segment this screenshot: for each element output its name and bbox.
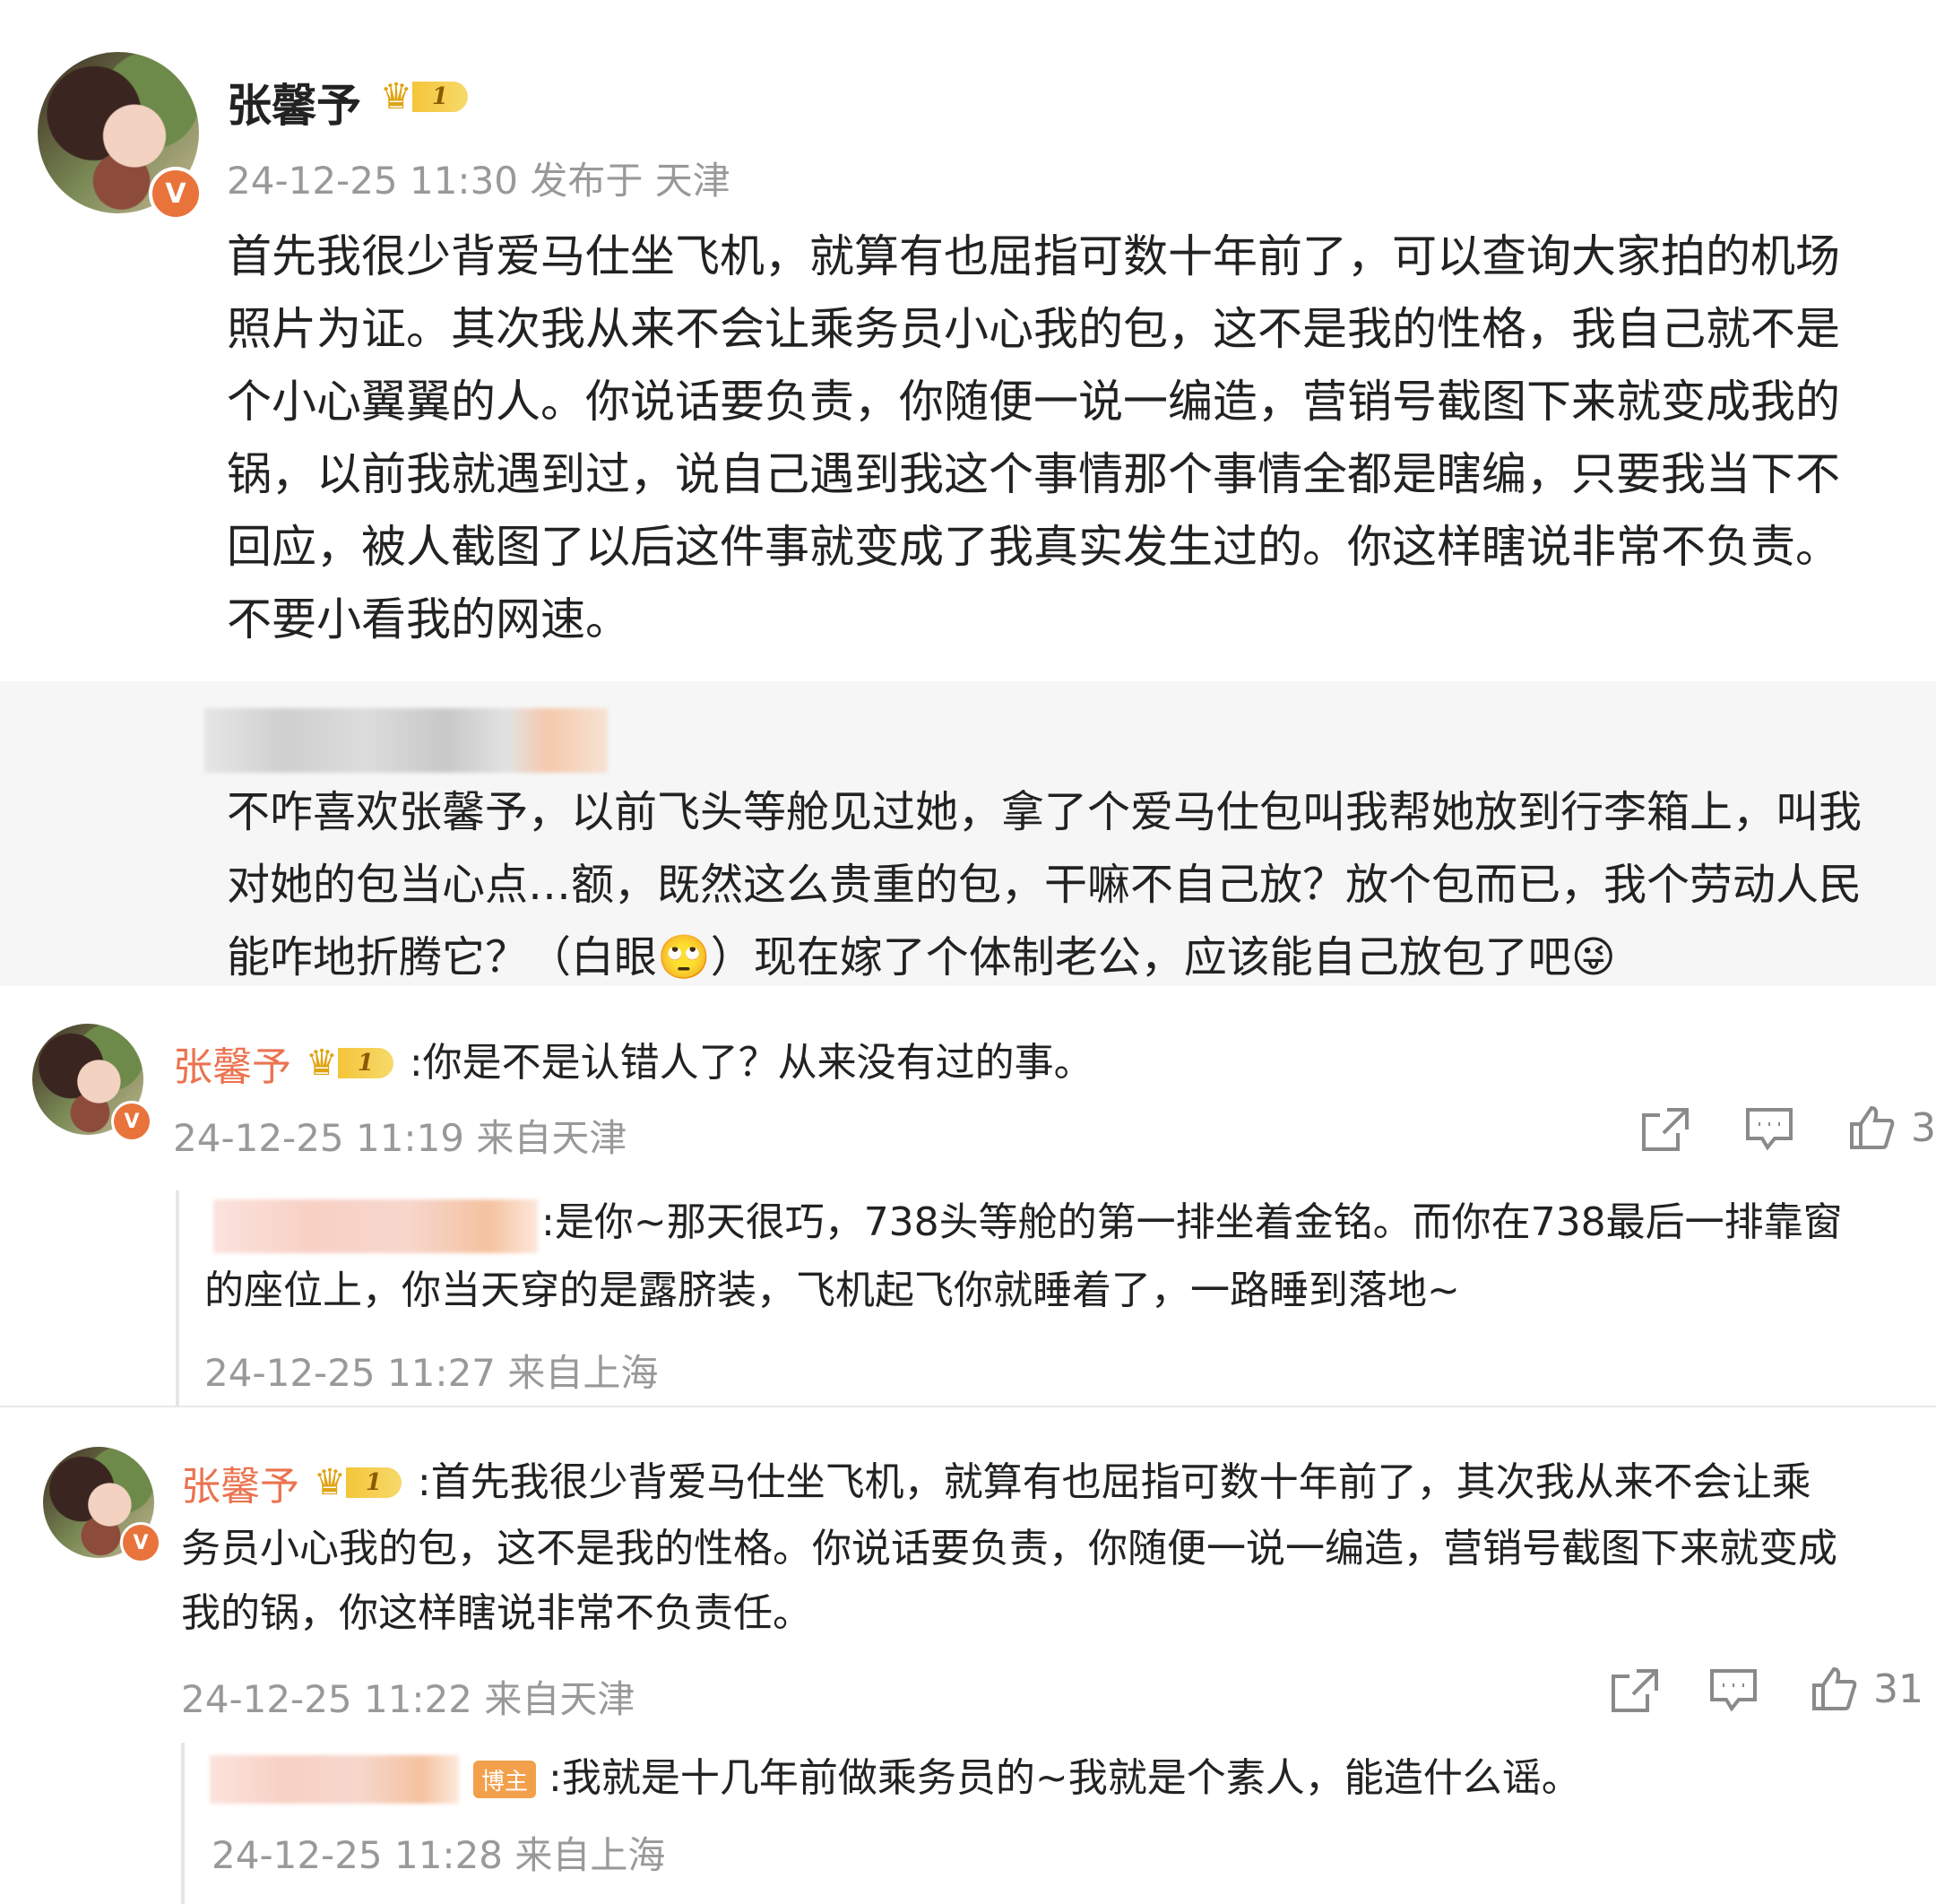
quoted-post[interactable]: 不咋喜欢张馨予，以前飞头等舱见过她，拿了个爱马仕包叫我帮她放到行李箱上，叫我 对… (0, 681, 1936, 986)
blurred-username (213, 1199, 538, 1253)
comment-header: 张馨予 ♛ 1 :首先我很少背爱马仕坐飞机，就算有也屈指可数十年前了，其次我从来… (181, 1450, 1811, 1515)
comment-icon (1746, 1108, 1793, 1151)
comment-avatar[interactable]: V (32, 1024, 152, 1142)
comment-line: 我的锅，你这样瞎说非常不负责任。 (181, 1590, 812, 1636)
comment-button[interactable] (1744, 1106, 1794, 1153)
reply-divider (181, 1743, 185, 1904)
comment-body-cont: 务员小心我的包，这不是我的性格。你说话要负责，你随便一说一编造，营销号截图下来就… (181, 1517, 1920, 1646)
comment-author-name[interactable]: 张馨予 (181, 1454, 299, 1511)
vip-badge[interactable]: ♛ 1 (306, 1045, 393, 1081)
post-line: 锅，以前我就遇到过，说自己遇到我这个事情那个事情全都是瞎编，只要我当下不 (227, 448, 1840, 500)
comment-line: 务员小心我的包，这不是我的性格。你说话要负责，你随便一说一编造，营销号截图下来就… (181, 1526, 1837, 1571)
share-icon (1612, 1669, 1658, 1712)
blurred-username (210, 1755, 459, 1804)
comment-author-name[interactable]: 张馨予 (173, 1034, 291, 1092)
like-button[interactable]: 3 (1848, 1104, 1936, 1151)
like-count: 31 (1873, 1666, 1923, 1712)
blurred-username (204, 708, 608, 773)
post-body: 首先我很少背爱马仕坐飞机，就算有也屈指可数十年前了，可以查询大家拍的机场 照片为… (227, 221, 1912, 656)
post-line: 个小心翼翼的人。你说话要负责，你随便一说一编造，营销号截图下来就变成我的 (227, 376, 1840, 428)
verified-badge-icon: V (111, 1101, 152, 1142)
reply-body: :是你~那天很巧，738头等舱的第一排坐着金铭。而你在738最后一排靠窗 (541, 1190, 1931, 1255)
crown-icon: ♛ (306, 1043, 338, 1084)
comment-avatar[interactable]: V (43, 1447, 161, 1563)
vip-level: 1 (337, 1048, 393, 1078)
reply-divider (176, 1190, 179, 1406)
post-line: 首先我很少背爱马仕坐飞机，就算有也屈指可数十年前了，可以查询大家拍的机场 (227, 230, 1840, 282)
comment-button[interactable] (1708, 1667, 1759, 1714)
vip-badge[interactable]: ♛ 1 (380, 79, 468, 115)
like-button[interactable]: 31 (1811, 1666, 1923, 1712)
post-avatar[interactable]: V (38, 52, 203, 221)
post-line: 不要小看我的网速。 (227, 593, 630, 645)
comment-text: :你是不是认错人了？从来没有过的事。 (409, 1040, 1093, 1086)
share-button[interactable] (1640, 1106, 1690, 1153)
like-icon (1812, 1666, 1857, 1710)
quoted-line: 对她的包当心点…额，既然这么贵重的包，干嘛不自己放？放个包而已，我个劳动人民 (227, 860, 1863, 910)
post-author-name[interactable]: 张馨予 (227, 70, 361, 134)
reply-meta: 24-12-25 11:28 来自上海 (212, 1833, 666, 1877)
verified-badge-icon: V (120, 1522, 161, 1563)
post-line: 照片为证。其次我从来不会让乘务员小心我的包，这不是我的性格，我自己就不是 (227, 303, 1840, 355)
reply-body: :我就是十几年前做乘务员的~我就是个素人，能造什么谣。 (549, 1746, 1929, 1811)
like-count: 3 (1911, 1104, 1936, 1151)
vip-level: 1 (345, 1467, 402, 1498)
reply-line: 的座位上，你当天穿的是露脐装，飞机起飞你就睡着了，一路睡到落地~ (204, 1268, 1460, 1313)
author-badge: 博主 (473, 1761, 536, 1798)
crown-icon: ♛ (314, 1462, 346, 1503)
post-line: 回应，被人截图了以后这件事就变成了我真实发生过的。你这样瞎说非常不负责。 (227, 521, 1840, 573)
crown-icon: ♛ (380, 76, 412, 117)
comment-icon (1710, 1669, 1757, 1712)
post-meta: 24-12-25 11:30 发布于 天津 (227, 159, 730, 203)
comment-meta: 24-12-25 11:22 来自天津 (181, 1677, 635, 1721)
verified-badge-icon: V (149, 167, 203, 221)
reply-body-cont: 的座位上，你当天穿的是露脐装，飞机起飞你就睡着了，一路睡到落地~ (204, 1259, 1925, 1323)
quoted-line: 能咋地折腾它？（白眼🙄）现在嫁了个体制老公，应该能自己放包了吧😜 (227, 932, 1616, 982)
comment-separator (0, 1406, 1936, 1407)
reply-line: :是你~那天很巧，738头等舱的第一排坐着金铭。而你在738最后一排靠窗 (541, 1199, 1843, 1245)
like-icon (1850, 1105, 1895, 1149)
share-icon (1642, 1108, 1689, 1151)
comment-meta: 24-12-25 11:19 来自天津 (173, 1116, 627, 1160)
vip-badge[interactable]: ♛ 1 (314, 1465, 402, 1501)
quoted-line: 不咋喜欢张馨予，以前飞头等舱见过她，拿了个爱马仕包叫我帮她放到行李箱上，叫我 (227, 787, 1863, 837)
reply-meta: 24-12-25 11:27 来自上海 (204, 1351, 659, 1395)
reply-line: :我就是十几年前做乘务员的~我就是个素人，能造什么谣。 (549, 1755, 1581, 1801)
share-button[interactable] (1610, 1667, 1660, 1714)
comment-header: 张馨予 ♛ 1 :你是不是认错人了？从来没有过的事。 (173, 1031, 1093, 1095)
vip-level: 1 (411, 82, 468, 112)
comment-text: :首先我很少背爱马仕坐飞机，就算有也屈指可数十年前了，其次我从来不会让乘 (417, 1459, 1811, 1505)
quoted-body: 不咋喜欢张馨予，以前飞头等舱见过她，拿了个爱马仕包叫我帮她放到行李箱上，叫我 对… (227, 776, 1912, 994)
